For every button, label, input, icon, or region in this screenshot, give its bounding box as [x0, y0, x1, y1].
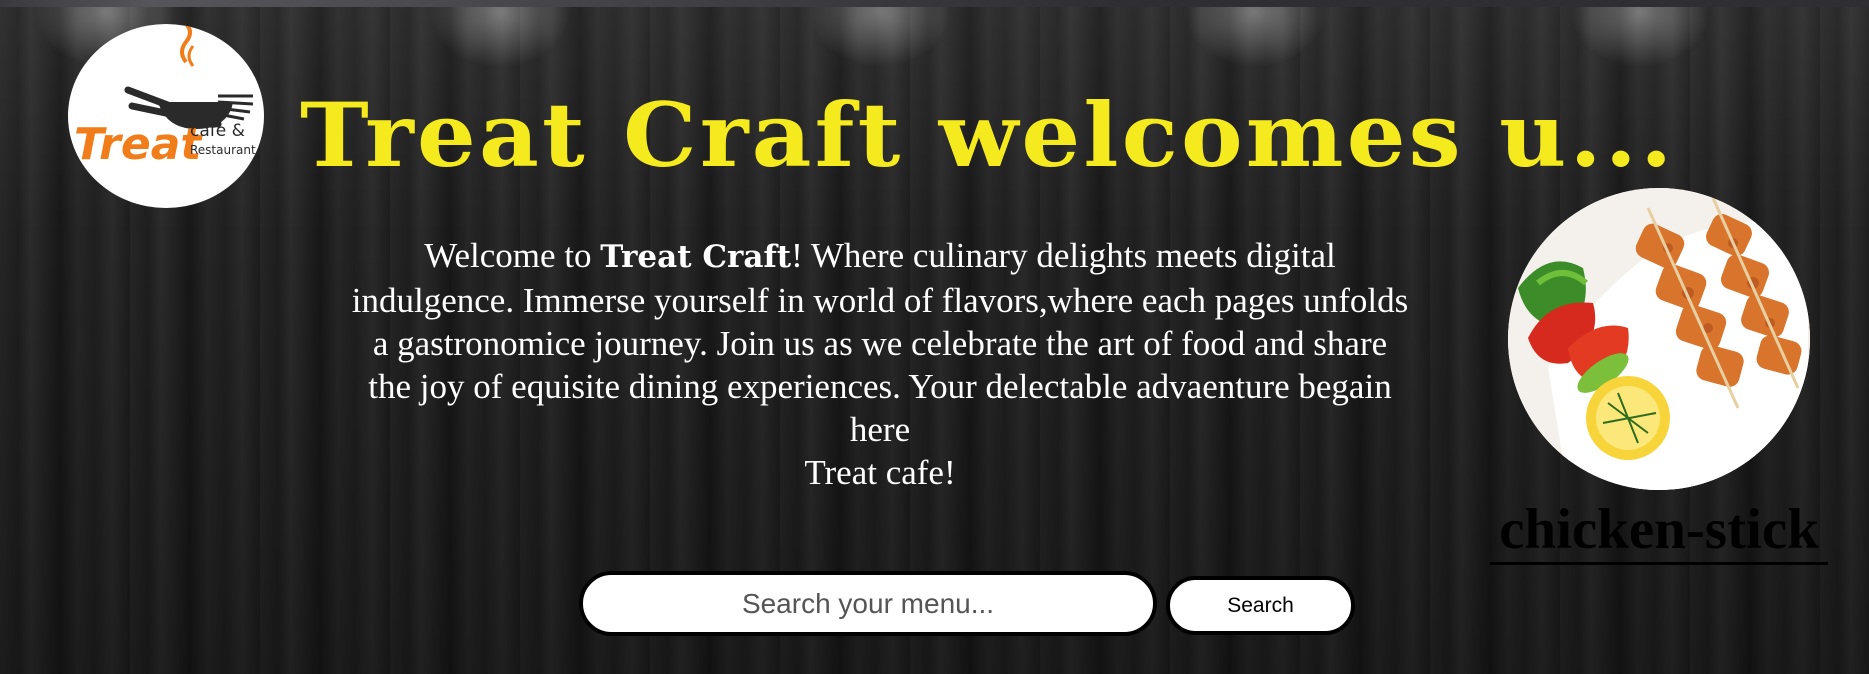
svg-text:Treat: Treat	[74, 119, 203, 170]
search-input[interactable]	[579, 571, 1157, 636]
page-title: Treat Craft welcomes u...	[300, 83, 1676, 187]
food-plate-icon	[1508, 188, 1810, 490]
intro-text-start: Welcome to	[424, 236, 601, 275]
cafe-logo[interactable]: Treat cafe & Restaurant	[68, 24, 264, 208]
chicken-stick-image[interactable]	[1508, 188, 1810, 490]
svg-text:cafe &: cafe &	[190, 121, 245, 141]
search-button[interactable]: Search	[1166, 576, 1355, 635]
fork-and-pan-icon: Treat cafe & Restaurant	[74, 24, 256, 170]
intro-closing: Treat cafe!	[804, 453, 956, 492]
svg-text:Restaurant: Restaurant	[190, 143, 256, 157]
brand-name: Treat Craft	[600, 239, 792, 275]
browser-top-strip	[0, 0, 1869, 7]
dish-caption[interactable]: chicken-stick	[1490, 498, 1828, 565]
welcome-text: Welcome to Treat Craft! Where culinary d…	[350, 234, 1410, 494]
